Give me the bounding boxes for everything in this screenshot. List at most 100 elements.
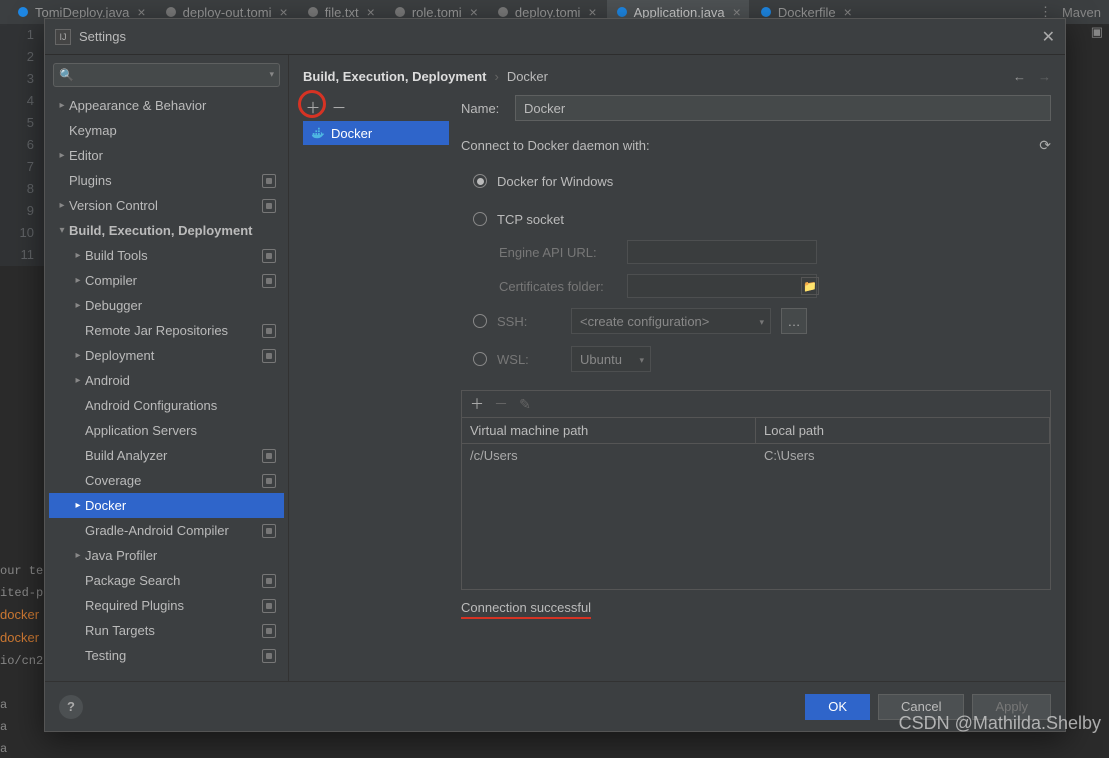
tree-item-debugger[interactable]: ▸Debugger [49, 293, 284, 318]
tree-item-build-execution-deployment[interactable]: ▾Build, Execution, Deployment [49, 218, 284, 243]
docker-service-label: Docker [331, 126, 372, 141]
engine-url-label: Engine API URL: [499, 245, 619, 260]
radio-icon[interactable] [473, 314, 487, 328]
line-number: 6 [0, 134, 44, 156]
file-icon [759, 5, 773, 19]
docker-service-list[interactable]: Docker [303, 121, 449, 681]
remove-icon[interactable]: － [329, 97, 349, 117]
expand-icon[interactable]: ▸ [55, 150, 69, 161]
expand-icon[interactable]: ▸ [71, 550, 85, 561]
remove-icon: － [492, 395, 510, 413]
expand-icon[interactable]: ▸ [71, 375, 85, 386]
dialog-footer: ? OK Cancel Apply [45, 681, 1065, 731]
tree-item-gradle-android-compiler[interactable]: Gradle-Android Compiler [49, 518, 284, 543]
tree-item-keymap[interactable]: Keymap [49, 118, 284, 143]
tree-item-plugins[interactable]: Plugins [49, 168, 284, 193]
ok-button[interactable]: OK [805, 694, 870, 720]
settings-search[interactable]: 🔍 ▾ [53, 63, 280, 87]
docker-service-item[interactable]: Docker [303, 121, 449, 145]
scope-badge-icon [262, 324, 276, 338]
name-input[interactable] [515, 95, 1051, 121]
add-icon[interactable]: ＋ [303, 97, 323, 117]
maven-toolwindow[interactable]: Maven [1062, 5, 1101, 20]
expand-icon[interactable]: ▸ [71, 250, 85, 261]
scope-badge-icon [262, 524, 276, 538]
tree-item-testing[interactable]: Testing [49, 643, 284, 668]
back-icon[interactable]: ← [1013, 69, 1026, 84]
folder-icon: 📁 [801, 277, 819, 295]
expand-icon[interactable]: ▸ [71, 275, 85, 286]
refresh-icon[interactable]: ⟳ [1039, 137, 1051, 154]
tree-item-trusted-locations[interactable]: Trusted Locations [49, 668, 284, 673]
expand-icon[interactable]: ▾ [55, 225, 69, 236]
forward-icon[interactable]: → [1038, 69, 1051, 84]
expand-icon[interactable]: ▸ [71, 300, 85, 311]
scope-badge-icon [262, 274, 276, 288]
ssh-config-dropdown: <create configuration> ▾ [571, 308, 771, 334]
settings-content: Build, Execution, Deployment › Docker ← … [289, 55, 1065, 681]
tree-item-deployment[interactable]: ▸Deployment [49, 343, 284, 368]
scope-badge-icon [262, 624, 276, 638]
radio-ssh[interactable]: SSH: <create configuration> ▾ … [473, 308, 1051, 334]
add-icon[interactable]: ＋ [468, 395, 486, 413]
tree-item-android[interactable]: ▸Android [49, 368, 284, 393]
tree-item-java-profiler[interactable]: ▸Java Profiler [49, 543, 284, 568]
dialog-title: Settings [79, 29, 126, 44]
line-number: 5 [0, 112, 44, 134]
tree-item-editor[interactable]: ▸Editor [49, 143, 284, 168]
expand-icon[interactable]: ▸ [55, 200, 69, 211]
expand-icon[interactable]: ▸ [71, 500, 85, 511]
file-icon [306, 5, 320, 19]
file-icon [164, 5, 178, 19]
tree-item-package-search[interactable]: Package Search [49, 568, 284, 593]
help-icon[interactable]: ? [59, 695, 83, 719]
scope-badge-icon [262, 649, 276, 663]
radio-docker-windows[interactable]: Docker for Windows [473, 168, 1051, 194]
tree-item-build-tools[interactable]: ▸Build Tools [49, 243, 284, 268]
scope-badge-icon [262, 349, 276, 363]
tree-item-android-configurations[interactable]: Android Configurations [49, 393, 284, 418]
tree-item-run-targets[interactable]: Run Targets [49, 618, 284, 643]
close-icon[interactable]: ✕ [1042, 27, 1055, 47]
radio-icon[interactable] [473, 174, 487, 188]
edit-icon: ✎ [516, 395, 534, 413]
tree-item-version-control[interactable]: ▸Version Control [49, 193, 284, 218]
connection-status: Connection successful [461, 600, 1051, 619]
chevron-down-icon[interactable]: ▾ [269, 69, 274, 80]
line-number: 10 [0, 222, 44, 244]
col-vm-path: Virtual machine path [462, 418, 756, 443]
scope-badge-icon [262, 449, 276, 463]
cancel-button[interactable]: Cancel [878, 694, 964, 720]
radio-wsl[interactable]: WSL: Ubuntu ▾ [473, 346, 1051, 372]
cert-folder-label: Certificates folder: [499, 279, 619, 294]
expand-icon[interactable]: ▸ [71, 350, 85, 361]
search-input[interactable] [53, 63, 280, 87]
col-local-path: Local path [756, 418, 1050, 443]
radio-icon[interactable] [473, 212, 487, 226]
presentation-icon: ▣ [1091, 24, 1103, 40]
tree-item-required-plugins[interactable]: Required Plugins [49, 593, 284, 618]
tree-item-docker[interactable]: ▸Docker [49, 493, 284, 518]
radio-tcp[interactable]: TCP socket [473, 206, 1051, 232]
tree-item-compiler[interactable]: ▸Compiler [49, 268, 284, 293]
intellij-icon: IJ [55, 29, 71, 45]
docker-config-form: Name: Connect to Docker daemon with: ⟳ D… [461, 95, 1051, 681]
tree-item-coverage[interactable]: Coverage [49, 468, 284, 493]
expand-icon[interactable]: ▸ [55, 100, 69, 111]
settings-tree[interactable]: ▸Appearance & BehaviorKeymap▸EditorPlugi… [49, 93, 284, 673]
tree-item-remote-jar-repositories[interactable]: Remote Jar Repositories [49, 318, 284, 343]
apply-button[interactable]: Apply [972, 694, 1051, 720]
ssh-browse-button[interactable]: … [781, 308, 807, 334]
tree-item-appearance-behavior[interactable]: ▸Appearance & Behavior [49, 93, 284, 118]
path-row[interactable]: /c/UsersC:\Users [462, 444, 1050, 467]
chevron-down-icon: ▾ [759, 317, 764, 328]
radio-icon[interactable] [473, 352, 487, 366]
scope-badge-icon [262, 574, 276, 588]
tree-item-application-servers[interactable]: Application Servers [49, 418, 284, 443]
line-number: 3 [0, 68, 44, 90]
wsl-dropdown: Ubuntu ▾ [571, 346, 651, 372]
settings-sidebar: 🔍 ▾ ▸Appearance & BehaviorKeymap▸EditorP… [45, 55, 289, 681]
path-rows[interactable]: /c/UsersC:\Users [462, 444, 1050, 589]
tree-item-build-analyzer[interactable]: Build Analyzer [49, 443, 284, 468]
scope-badge-icon [262, 174, 276, 188]
